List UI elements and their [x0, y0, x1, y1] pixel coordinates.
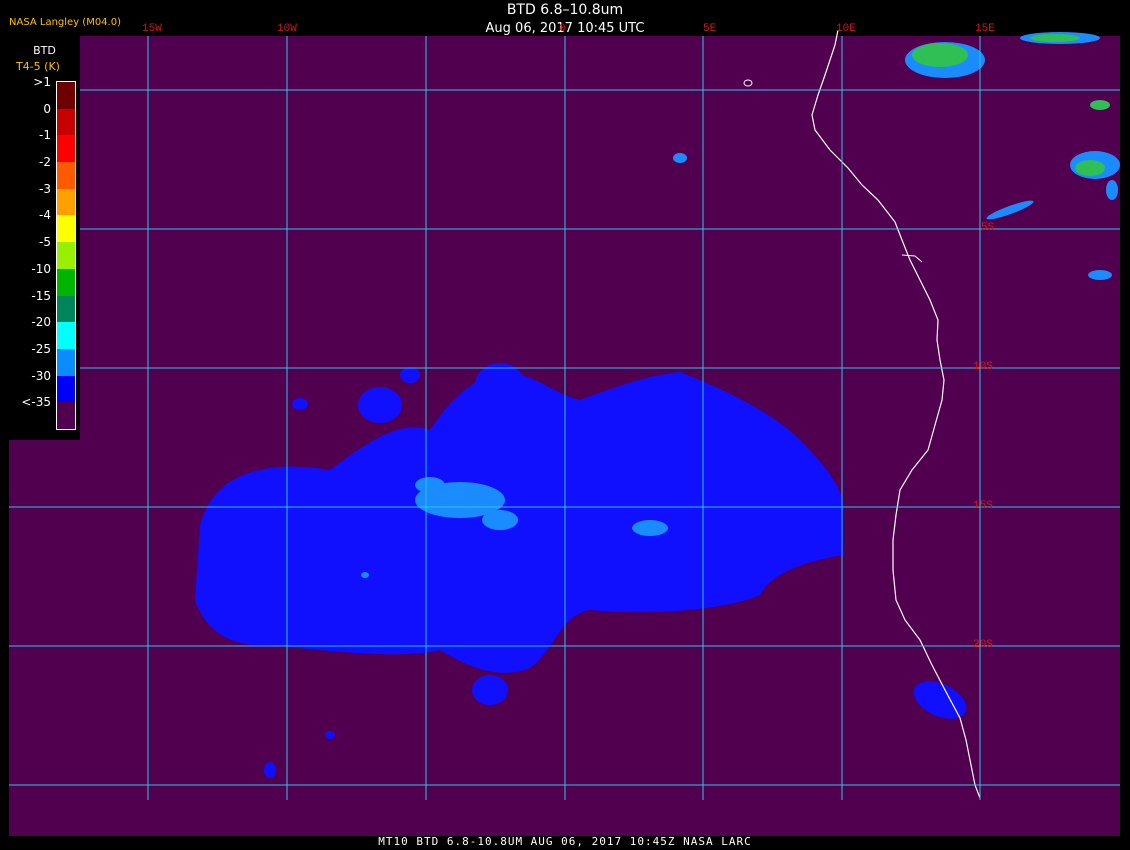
- color-legend: BTD T4-5 (K) >1 0 -1 -2 -3 -4 -5 -10 -15 -20 -25 -3…: [9, 36, 80, 440]
- producer-label: NASA Langley (M04.0): [9, 17, 121, 28]
- legend-unit: T4-5 (K): [16, 60, 60, 73]
- legend-label: -2: [39, 155, 51, 170]
- legend-label: >1: [33, 75, 51, 89]
- legend-label: 0: [43, 101, 51, 116]
- legend-label: -20: [31, 315, 51, 330]
- legend-swatch: [57, 295, 75, 323]
- legend-label: -5: [39, 235, 51, 250]
- lon-label-15e: 15E: [975, 23, 995, 35]
- lon-label-5e: 5E: [703, 23, 717, 35]
- lat-label-15s: 15S: [973, 500, 993, 512]
- lon-label-10w: 10W: [277, 23, 297, 35]
- lon-label-15w: 15W: [142, 23, 162, 35]
- legend-swatch: [57, 135, 75, 163]
- legend-label: -30: [31, 368, 51, 383]
- footer-caption: MT10 BTD 6.8-10.8UM AUG 06, 2017 10:45Z …: [378, 835, 752, 848]
- lat-label-20s: 20S: [973, 639, 993, 651]
- legend-title: BTD: [33, 44, 56, 57]
- satellite-map: [0, 0, 1130, 850]
- legend-swatch: [57, 268, 75, 296]
- legend-label: -1: [39, 128, 51, 143]
- lon-label-10e: 10E: [836, 23, 856, 35]
- legend-label: <-35: [21, 395, 51, 410]
- lat-label-10s: 10S: [973, 361, 993, 373]
- lon-label-0: 0: [559, 23, 566, 35]
- legend-label: -25: [31, 341, 51, 356]
- map-title: BTD 6.8–10.8um: [506, 2, 624, 18]
- legend-swatch: [57, 188, 75, 216]
- legend-swatch: [57, 402, 75, 429]
- legend-color-bar: [56, 81, 76, 430]
- legend-swatch: [57, 322, 75, 349]
- lat-label-5s: 5S: [981, 222, 995, 234]
- legend-swatch: [57, 82, 75, 109]
- legend-swatch: [57, 242, 75, 269]
- legend-swatch: [57, 348, 75, 376]
- legend-swatch: [57, 162, 75, 189]
- legend-label: -4: [39, 208, 51, 223]
- legend-label: -3: [39, 181, 51, 196]
- legend-swatch: [57, 375, 75, 403]
- legend-swatch: [57, 108, 75, 136]
- legend-label: -10: [31, 261, 51, 276]
- legend-label: -15: [31, 288, 51, 303]
- legend-swatch: [57, 215, 75, 243]
